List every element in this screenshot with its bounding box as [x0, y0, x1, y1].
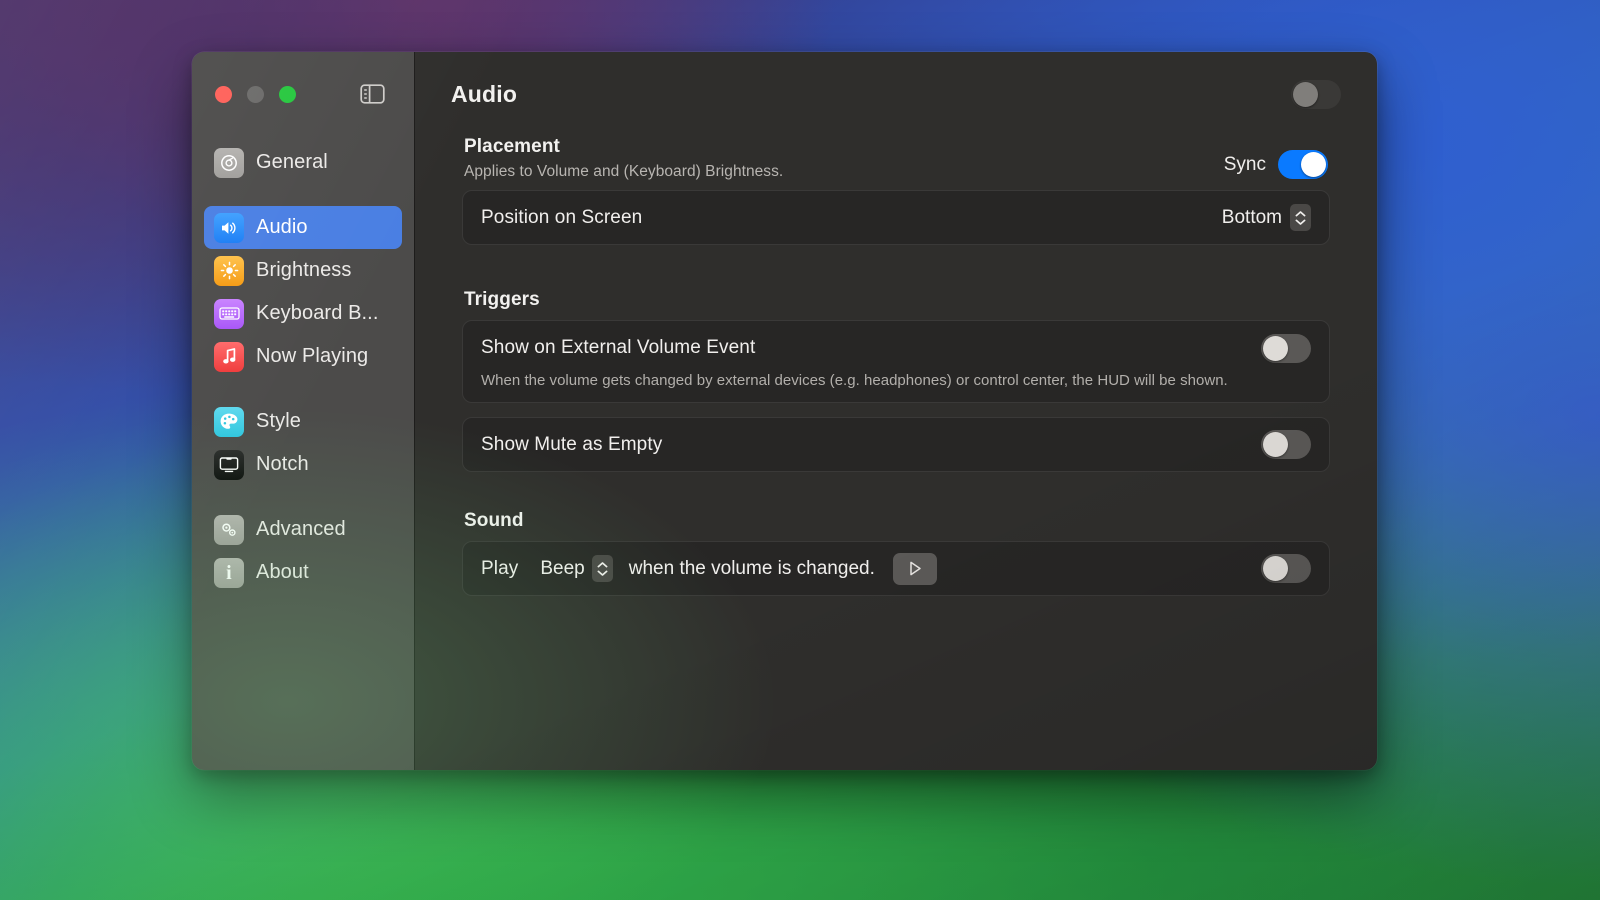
triggers-header: Triggers: [462, 289, 1330, 320]
sidebar-item-notch[interactable]: Notch: [204, 443, 402, 486]
toggle-knob: [1301, 152, 1326, 177]
toggle-knob: [1263, 556, 1288, 581]
external-volume-label: Show on External Volume Event: [481, 337, 755, 359]
sidebar-item-label: Audio: [256, 216, 308, 239]
sidebar: General Audio: [192, 52, 415, 770]
section-gap: [448, 472, 1344, 510]
section-gap: [448, 245, 1344, 289]
minimize-button[interactable]: [247, 86, 264, 103]
sound-toggle[interactable]: [1261, 554, 1311, 583]
gears-icon: [214, 515, 244, 545]
sound-card: Play Beep when the volume is changed.: [462, 541, 1330, 596]
sidebar-nav: General Audio: [204, 136, 402, 594]
toggle-knob: [1263, 336, 1288, 361]
master-enable-toggle[interactable]: [1291, 80, 1341, 109]
music-note-icon: [214, 342, 244, 372]
gear-icon: [214, 148, 244, 178]
window-titlebar: [204, 52, 402, 136]
external-volume-description: When the volume gets changed by external…: [481, 372, 1311, 389]
section-title: Placement: [464, 136, 1224, 158]
sidebar-item-keyboard-brightness[interactable]: Keyboard B...: [204, 292, 402, 335]
sidebar-divider: [204, 184, 402, 206]
position-label: Position on Screen: [481, 207, 642, 229]
sidebar-item-about[interactable]: i About: [204, 551, 402, 594]
row-show-on-external-volume-event[interactable]: Show on External Volume Event When the v…: [481, 321, 1311, 402]
position-value[interactable]: Bottom: [1222, 207, 1282, 229]
sound-sentence-tail: when the volume is changed.: [629, 558, 875, 580]
zoom-button[interactable]: [279, 86, 296, 103]
info-icon: i: [214, 558, 244, 588]
speaker-icon: [214, 213, 244, 243]
sidebar-item-audio[interactable]: Audio: [204, 206, 402, 249]
mute-empty-card: Show Mute as Empty: [462, 417, 1330, 472]
close-button[interactable]: [215, 86, 232, 103]
external-volume-card: Show on External Volume Event When the v…: [462, 320, 1330, 403]
toggle-knob: [1293, 82, 1318, 107]
sidebar-item-label: Style: [256, 410, 301, 433]
sound-header: Sound: [462, 510, 1330, 541]
keyboard-icon: [214, 299, 244, 329]
section-subtitle: Applies to Volume and (Keyboard) Brightn…: [464, 163, 1224, 181]
sidebar-item-general[interactable]: General: [204, 141, 402, 184]
desktop-wallpaper: General Audio: [0, 0, 1600, 900]
position-stepper[interactable]: [1290, 204, 1311, 231]
sound-value[interactable]: Beep: [540, 558, 584, 580]
sidebar-item-label: Notch: [256, 453, 309, 476]
display-icon: [214, 450, 244, 480]
section-title: Sound: [464, 510, 1328, 532]
settings-window: General Audio: [192, 52, 1377, 770]
sidebar-item-label: About: [256, 561, 309, 584]
sidebar-item-label: General: [256, 151, 328, 174]
page-title: Audio: [451, 81, 517, 108]
row-position-on-screen[interactable]: Position on Screen Bottom: [481, 191, 1311, 244]
external-volume-toggle[interactable]: [1261, 334, 1311, 363]
info-glyph: i: [226, 563, 232, 583]
sidebar-item-advanced[interactable]: Advanced: [204, 508, 402, 551]
placement-card: Position on Screen Bottom: [462, 190, 1330, 245]
section-triggers: Triggers Show on External Volume Event W…: [448, 289, 1344, 472]
sun-icon: [214, 256, 244, 286]
mute-empty-toggle[interactable]: [1261, 430, 1311, 459]
sidebar-item-label: Advanced: [256, 518, 346, 541]
palette-icon: [214, 407, 244, 437]
toggle-knob: [1263, 432, 1288, 457]
row-show-mute-as-empty[interactable]: Show Mute as Empty: [481, 418, 1311, 471]
section-sound: Sound Play Beep when the volume: [448, 510, 1344, 596]
placement-header: Placement Applies to Volume and (Keyboar…: [462, 136, 1330, 190]
sync-toggle[interactable]: [1278, 150, 1328, 179]
sidebar-item-style[interactable]: Style: [204, 400, 402, 443]
section-placement: Placement Applies to Volume and (Keyboar…: [448, 136, 1344, 245]
sound-select[interactable]: Beep: [540, 555, 612, 582]
sidebar-toggle-icon[interactable]: [359, 84, 386, 105]
mute-empty-label: Show Mute as Empty: [481, 434, 662, 456]
sidebar-divider: [204, 486, 402, 508]
sync-label: Sync: [1224, 154, 1266, 176]
content-pane: Audio Placement Applies to Volume and (K…: [415, 52, 1377, 770]
row-sound-play[interactable]: Play Beep when the volume is changed.: [481, 542, 1311, 595]
sidebar-item-now-playing[interactable]: Now Playing: [204, 335, 402, 378]
section-title: Triggers: [464, 289, 1328, 311]
sidebar-item-label: Keyboard B...: [256, 302, 378, 325]
play-label: Play: [481, 558, 518, 580]
sidebar-item-label: Now Playing: [256, 345, 368, 368]
sidebar-item-label: Brightness: [256, 259, 352, 282]
content-header: Audio: [448, 52, 1344, 136]
sidebar-divider: [204, 378, 402, 400]
play-icon[interactable]: [893, 553, 937, 585]
sidebar-item-brightness[interactable]: Brightness: [204, 249, 402, 292]
sound-stepper[interactable]: [592, 555, 613, 582]
